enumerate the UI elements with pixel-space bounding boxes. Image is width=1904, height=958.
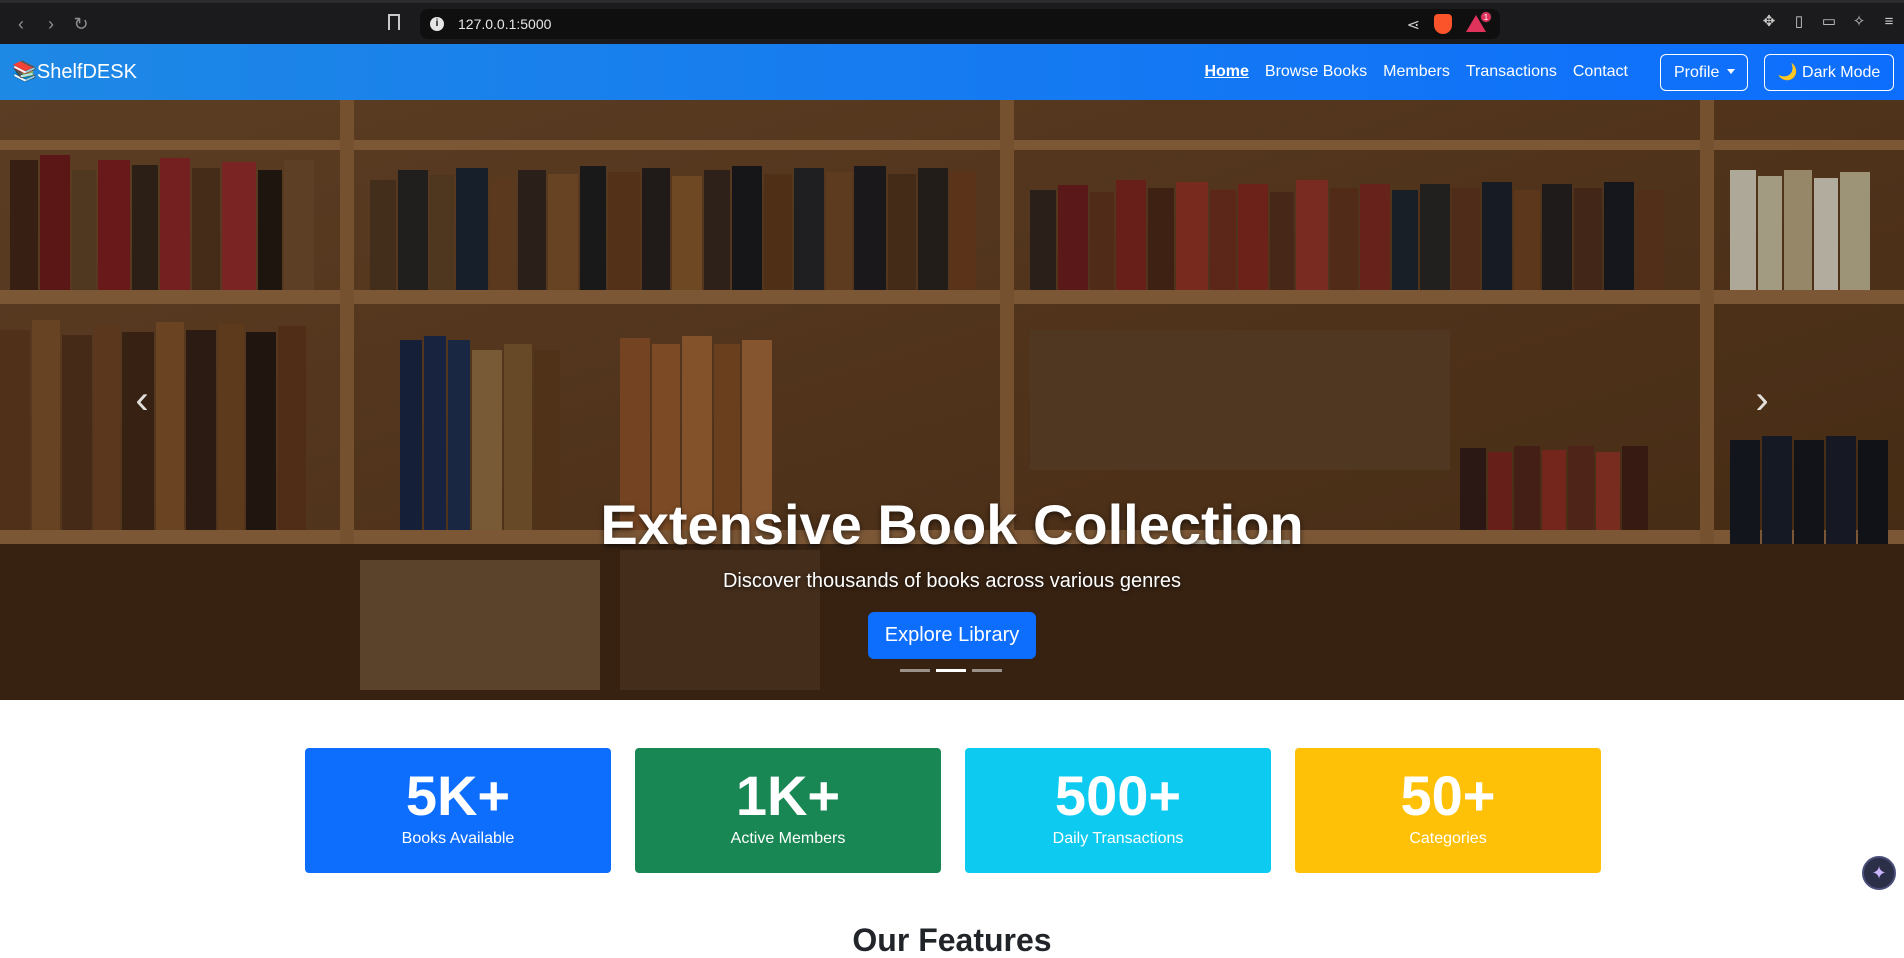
menu-icon[interactable]: ≡	[1880, 13, 1898, 31]
hero-subtitle: Discover thousands of books across vario…	[722, 570, 1181, 592]
stat-value: 50+	[1400, 764, 1496, 827]
reload-icon[interactable]: ↻	[70, 13, 92, 35]
bookmark-icon[interactable]	[388, 14, 400, 30]
extensions-icon[interactable]: ✥	[1760, 13, 1778, 31]
sidebar-icon[interactable]: ▯	[1790, 13, 1808, 31]
stat-label: Books Available	[401, 830, 515, 847]
stat-card-books: 5K+ Books Available	[305, 748, 611, 873]
hero-overlay	[0, 100, 1904, 700]
explore-library-button[interactable]: Explore Library	[868, 612, 1036, 659]
nav-link-transactions[interactable]: Transactions	[1466, 63, 1557, 81]
dark-mode-toggle[interactable]: 🌙 Dark Mode	[1764, 54, 1894, 91]
nav-link-contact[interactable]: Contact	[1573, 63, 1628, 81]
stat-card-transactions: 500+ Daily Transactions	[965, 748, 1271, 873]
nav-link-members[interactable]: Members	[1383, 63, 1450, 81]
forward-icon[interactable]: ›	[40, 13, 62, 35]
stat-label: Active Members	[730, 830, 846, 847]
assistant-sparkle-icon[interactable]: ✦	[1862, 856, 1896, 890]
stat-label: Categories	[1409, 830, 1487, 847]
address-bar[interactable]: i 127.0.0.1:5000 ⋖ 1	[420, 9, 1500, 39]
stat-card-members: 1K+ Active Members	[635, 748, 941, 873]
nav-link-browse-books[interactable]: Browse Books	[1265, 63, 1367, 81]
leo-ai-icon[interactable]: ✧	[1850, 13, 1868, 31]
back-icon[interactable]: ‹	[10, 13, 32, 35]
chevron-down-icon	[1727, 69, 1736, 74]
hero-title: Extensive Book Collection	[600, 493, 1304, 556]
profile-dropdown-button[interactable]: Profile	[1660, 54, 1748, 91]
share-icon[interactable]: ⋖	[1407, 15, 1420, 35]
rewards-badge: 1	[1480, 11, 1492, 23]
hero-carousel: ‹ › Extensive Book Collection Discover t…	[0, 100, 1904, 700]
url-text[interactable]: 127.0.0.1:5000	[458, 16, 551, 32]
stat-value: 1K+	[735, 764, 841, 827]
carousel-indicator-2[interactable]	[936, 669, 966, 672]
carousel-next-icon[interactable]: ›	[1742, 380, 1782, 420]
carousel-indicators	[900, 669, 1002, 672]
profile-label: Profile	[1674, 64, 1720, 81]
browser-toolbar: ‹ › ↻ i 127.0.0.1:5000 ⋖ 1 ✥ ▯ ▭ ✧ ≡	[0, 0, 1904, 44]
carousel-prev-icon[interactable]: ‹	[122, 380, 162, 420]
features-heading: Our Features	[852, 922, 1052, 958]
nav-link-home[interactable]: Home	[1204, 63, 1248, 81]
site-info-icon[interactable]: i	[430, 17, 444, 31]
nav-links: Home Browse Books Members Transactions C…	[1204, 44, 1628, 100]
carousel-indicator-3[interactable]	[972, 669, 1002, 672]
brand-logo[interactable]: 📚ShelfDESK	[12, 59, 137, 84]
stat-card-categories: 50+ Categories	[1295, 748, 1601, 873]
stat-value: 500+	[1054, 764, 1182, 827]
brave-shields-icon[interactable]	[1434, 14, 1452, 34]
stats-row: 5K+ Books Available 1K+ Active Members 5…	[305, 748, 1601, 873]
carousel-indicator-1[interactable]	[900, 669, 930, 672]
wallet-icon[interactable]: ▭	[1820, 13, 1838, 31]
stat-label: Daily Transactions	[1052, 830, 1184, 847]
extension-icons: ✥ ▯ ▭ ✧ ≡	[1760, 13, 1904, 31]
stat-value: 5K+	[405, 764, 511, 827]
navbar: 📚ShelfDESK Home Browse Books Members Tra…	[0, 44, 1904, 100]
